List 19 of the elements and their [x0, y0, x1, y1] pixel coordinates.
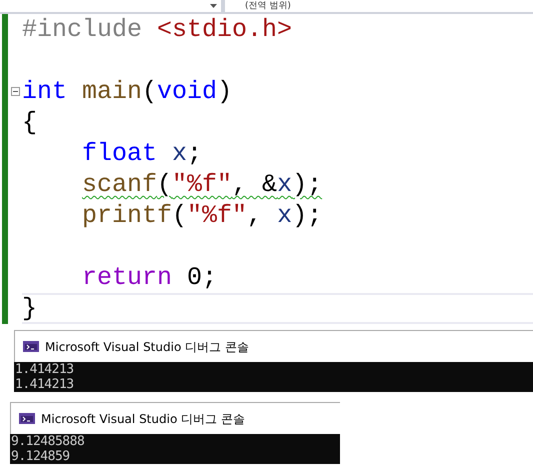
- output-line: 1.414213: [15, 362, 75, 377]
- code-line: scanf("%f", &x);: [82, 169, 322, 200]
- code-line: #include <stdio.h>: [22, 14, 292, 45]
- code-line: float x;: [82, 138, 202, 169]
- code-line: }: [22, 293, 38, 324]
- dropdown-caret-icon[interactable]: [210, 4, 217, 8]
- output-line: 9.12485888: [11, 434, 86, 449]
- code-line: int main(void): [22, 76, 232, 107]
- console-icon: [19, 413, 35, 424]
- console-title: Microsoft Visual Studio 디버그 콘솔: [45, 338, 249, 356]
- code-line: {: [22, 107, 38, 138]
- console-icon: [23, 341, 39, 352]
- scope-dropdown[interactable]: (전역 범위): [245, 0, 291, 12]
- console-title: Microsoft Visual Studio 디버그 콘솔: [41, 410, 245, 428]
- code-line: printf("%f", x);: [82, 200, 322, 231]
- code-line: return 0;: [82, 262, 218, 293]
- output-line: 9.124859: [11, 449, 71, 464]
- output-line: 1.414213: [15, 377, 75, 392]
- collapse-icon[interactable]: [11, 87, 20, 96]
